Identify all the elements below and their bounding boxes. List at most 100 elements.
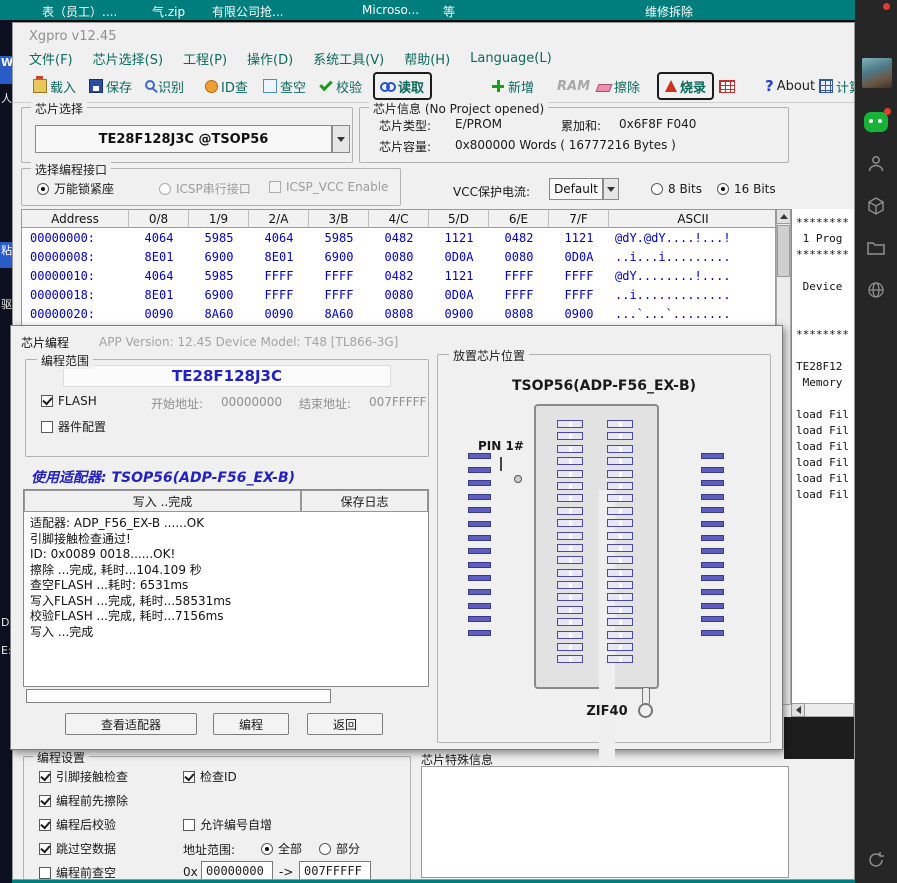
vcc-combo[interactable]: Default xyxy=(549,178,603,200)
group-label: 芯片选择 xyxy=(31,100,87,117)
column-header[interactable]: 6/E xyxy=(489,210,549,228)
taskbar-item[interactable]: 气.zip xyxy=(152,3,185,20)
column-header[interactable]: 1/9 xyxy=(189,210,249,228)
device-log-panel: ******** 1 Prog******** Device ******** … xyxy=(791,209,854,705)
bits16-radio[interactable]: 16 Bits xyxy=(717,182,776,196)
ram-button[interactable]: RAM xyxy=(557,74,590,98)
arrow-label: -> xyxy=(279,865,293,879)
buffer-row[interactable]: 00000020:00908A6000908A60080809000808090… xyxy=(22,304,775,323)
column-header[interactable]: 4/C xyxy=(369,210,429,228)
column-header[interactable]: 2/A xyxy=(249,210,309,228)
refresh-icon[interactable] xyxy=(866,850,886,870)
checkbox-icon xyxy=(269,181,281,193)
question-icon: ? xyxy=(765,77,774,95)
view-adapter-button[interactable]: 查看适配器 xyxy=(65,713,197,735)
plus-icon xyxy=(491,79,505,93)
menu-project[interactable]: 工程(P) xyxy=(173,49,237,68)
menu-tools[interactable]: 系统工具(V) xyxy=(303,49,394,68)
address-to-input[interactable] xyxy=(299,861,371,880)
range-all-radio[interactable]: 全部 xyxy=(261,840,302,857)
buffer-row[interactable]: 00000018:8E016900FFFFFFFF00800D0AFFFFFFF… xyxy=(22,285,775,304)
hex-cell: 1121 xyxy=(549,231,609,245)
erase-before-checkbox[interactable]: 编程前先擦除 xyxy=(39,792,128,809)
hex-cell: 0482 xyxy=(369,231,429,245)
menu-language[interactable]: Language(L) xyxy=(460,51,562,66)
menu-chip-select[interactable]: 芯片选择(S) xyxy=(83,49,173,68)
add-button[interactable]: 新增 xyxy=(491,74,534,98)
id-check-button[interactable]: ID查 xyxy=(205,74,248,98)
range-partial-radio[interactable]: 部分 xyxy=(319,840,360,857)
pin-check-checkbox[interactable]: 引脚接触检查 xyxy=(39,768,128,785)
taskbar-item[interactable]: 等 xyxy=(443,3,455,20)
cube-icon[interactable] xyxy=(866,196,886,216)
erase-button[interactable]: 擦除 xyxy=(597,74,640,98)
check-id-checkbox[interactable]: 检查ID xyxy=(183,768,237,785)
back-button[interactable]: 返回 xyxy=(307,713,383,735)
menu-help[interactable]: 帮助(H) xyxy=(394,49,460,68)
detect-button[interactable]: 识别 xyxy=(145,74,184,98)
buffer-row[interactable]: 00000008:8E0169008E01690000800D0A00800D0… xyxy=(22,247,775,266)
grid-tool-button[interactable] xyxy=(719,74,738,98)
flash-checkbox[interactable]: FLASH xyxy=(41,394,97,408)
globe-icon[interactable] xyxy=(866,280,886,300)
chip-select-combo[interactable]: TE28F128J3C @TSOP56 xyxy=(35,125,332,153)
skip-blank-checkbox[interactable]: 跳过空数据 xyxy=(39,840,116,857)
socket-radio[interactable]: 万能锁紧座 xyxy=(37,180,114,197)
status-button[interactable]: 写入 ..完成 xyxy=(24,490,301,512)
folder-icon[interactable] xyxy=(866,238,886,258)
load-button[interactable]: 载入 xyxy=(33,74,76,98)
save-log-button[interactable]: 保存日志 xyxy=(301,490,428,512)
ascii-cell: ...`...`........ xyxy=(609,307,777,321)
hex-cell: 0D0A xyxy=(549,250,609,264)
chat-icon[interactable] xyxy=(864,112,888,132)
icsp-radio[interactable]: ICSP串行接口 xyxy=(159,180,251,197)
chevron-down-icon xyxy=(337,137,345,142)
scroll-left-button[interactable] xyxy=(791,703,805,717)
menu-file[interactable]: 文件(F) xyxy=(19,49,83,68)
verify-button[interactable]: 校验 xyxy=(319,74,362,98)
column-header[interactable]: 3/B xyxy=(309,210,369,228)
chip-name-banner: TE28F128J3C xyxy=(63,365,391,387)
auto-increment-checkbox[interactable]: 允许编号自增 xyxy=(183,816,272,833)
calc-button[interactable]: 计算 xyxy=(819,74,855,98)
taskbar-item[interactable]: 有限公司抢... xyxy=(212,3,283,20)
column-header[interactable]: 5/D xyxy=(429,210,489,228)
desktop-icon-word[interactable]: W xyxy=(0,56,12,84)
taskbar-item[interactable]: Microso... xyxy=(362,3,419,17)
burn-button[interactable]: 烧录 xyxy=(657,72,714,100)
desktop-icon[interactable]: 粘 xyxy=(0,242,12,268)
checkbox-icon xyxy=(183,771,195,783)
pin xyxy=(557,618,583,626)
read-button[interactable]: 读取 xyxy=(373,72,432,100)
buffer-row[interactable]: 00000000:4064598540645985048211210482112… xyxy=(22,228,775,247)
pin1-dot xyxy=(514,475,522,483)
column-header[interactable]: Address xyxy=(22,210,129,228)
taskbar-item[interactable]: 表（员工）.... xyxy=(42,3,117,20)
log-frame: 写入 ..完成 保存日志 适配器: ADP_F56_EX-B ......OK引… xyxy=(23,489,429,687)
chip-select-dropdown-button[interactable] xyxy=(332,125,350,153)
taskbar-item[interactable]: 维修拆除 xyxy=(645,3,693,20)
end-address-value: 007FFFFF xyxy=(369,395,426,409)
vcc-dropdown-button[interactable] xyxy=(603,178,619,200)
verify-after-checkbox[interactable]: 编程后校验 xyxy=(39,816,116,833)
photo-thumbnail[interactable] xyxy=(862,58,892,88)
program-button[interactable]: 编程 xyxy=(213,713,289,735)
save-button[interactable]: 保存 xyxy=(89,74,132,98)
buffer-row[interactable]: 00000010:40645985FFFFFFFF04821121FFFFFFF… xyxy=(22,266,775,285)
pin xyxy=(557,643,583,651)
device-config-checkbox[interactable]: 器件配置 xyxy=(41,418,106,435)
blank-before-checkbox[interactable]: 编程前查空 xyxy=(39,864,116,880)
column-header[interactable]: 7/F xyxy=(549,210,609,228)
contacts-icon[interactable] xyxy=(866,154,886,174)
menu-operation[interactable]: 操作(D) xyxy=(237,49,303,68)
column-header[interactable]: ASCII xyxy=(609,210,777,228)
about-button[interactable]: ?About xyxy=(765,74,815,98)
hex-cell: 1121 xyxy=(429,231,489,245)
blank-check-button[interactable]: 查空 xyxy=(263,74,306,98)
address-from-input[interactable] xyxy=(201,861,273,880)
scrollbar-thumb[interactable] xyxy=(777,225,790,277)
column-header[interactable]: 0/8 xyxy=(129,210,189,228)
scroll-up-button[interactable] xyxy=(776,209,791,224)
icsp-vcc-checkbox[interactable]: ICSP_VCC Enable xyxy=(269,180,388,194)
bits8-radio[interactable]: 8 Bits xyxy=(651,182,702,196)
